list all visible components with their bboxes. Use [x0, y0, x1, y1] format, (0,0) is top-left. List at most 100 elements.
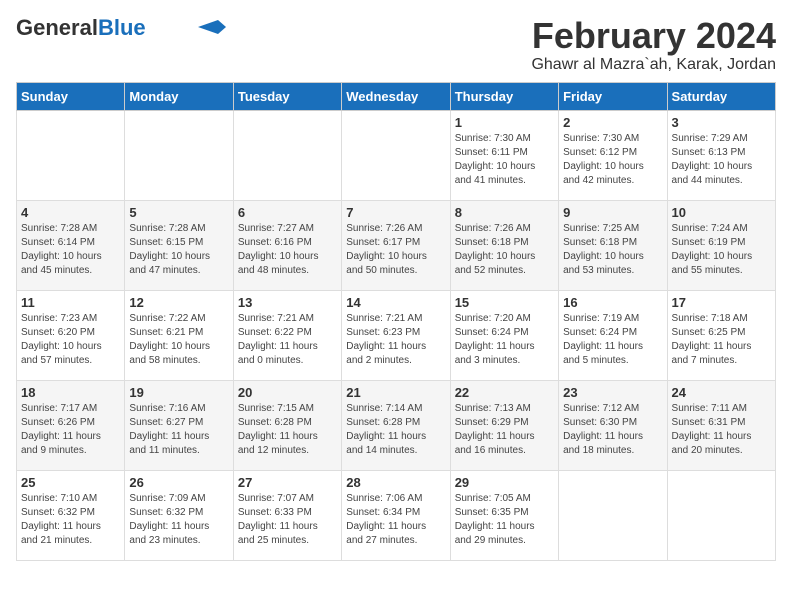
day-number: 23 — [563, 385, 662, 400]
calendar-cell: 26 Sunrise: 7:09 AM Sunset: 6:32 PM Dayli… — [125, 470, 233, 560]
calendar-cell: 1 Sunrise: 7:30 AM Sunset: 6:11 PM Daylig… — [450, 110, 558, 200]
day-number: 10 — [672, 205, 771, 220]
day-number: 21 — [346, 385, 445, 400]
day-number: 8 — [455, 205, 554, 220]
calendar-cell: 19 Sunrise: 7:16 AM Sunset: 6:27 PM Dayli… — [125, 380, 233, 470]
calendar-cell: 23 Sunrise: 7:12 AM Sunset: 6:30 PM Dayli… — [559, 380, 667, 470]
day-number: 24 — [672, 385, 771, 400]
calendar-cell: 20Sunrise: 7:15 AM Sunset: 6:28 PM Dayli… — [233, 380, 341, 470]
day-info: Sunrise: 7:07 AM Sunset: 6:33 PM Dayligh… — [238, 492, 337, 548]
calendar-cell: 11 Sunrise: 7:23 AM Sunset: 6:20 PM Dayli… — [17, 290, 125, 380]
calendar-cell — [342, 110, 450, 200]
calendar-cell: 5Sunrise: 7:28 AM Sunset: 6:15 PM Daylig… — [125, 200, 233, 290]
day-info: Sunrise: 7:18 AM Sunset: 6:25 PM Dayligh… — [672, 312, 771, 368]
calendar-cell: 2 Sunrise: 7:30 AM Sunset: 6:12 PM Daylig… — [559, 110, 667, 200]
calendar-cell — [125, 110, 233, 200]
day-info: Sunrise: 7:23 AM Sunset: 6:20 PM Dayligh… — [21, 312, 120, 368]
calendar-cell: 18 Sunrise: 7:17 AM Sunset: 6:26 PM Dayli… — [17, 380, 125, 470]
day-info: Sunrise: 7:29 AM Sunset: 6:13 PM Dayligh… — [672, 132, 771, 188]
day-number: 11 — [21, 295, 120, 310]
calendar-cell: 15 Sunrise: 7:20 AM Sunset: 6:24 PM Dayli… — [450, 290, 558, 380]
day-number: 19 — [129, 385, 228, 400]
day-info: Sunrise: 7:28 AM Sunset: 6:14 PM Dayligh… — [21, 222, 120, 278]
day-info: Sunrise: 7:13 AM Sunset: 6:29 PM Dayligh… — [455, 402, 554, 458]
day-info: Sunrise: 7:10 AM Sunset: 6:32 PM Dayligh… — [21, 492, 120, 548]
day-info: Sunrise: 7:26 AM Sunset: 6:17 PM Dayligh… — [346, 222, 445, 278]
calendar-cell: 7 Sunrise: 7:26 AM Sunset: 6:17 PM Daylig… — [342, 200, 450, 290]
calendar-cell: 9 Sunrise: 7:25 AM Sunset: 6:18 PM Daylig… — [559, 200, 667, 290]
day-info: Sunrise: 7:22 AM Sunset: 6:21 PM Dayligh… — [129, 312, 228, 368]
day-info: Sunrise: 7:30 AM Sunset: 6:11 PM Dayligh… — [455, 132, 554, 188]
day-info: Sunrise: 7:26 AM Sunset: 6:18 PM Dayligh… — [455, 222, 554, 278]
calendar-cell: 29 Sunrise: 7:05 AM Sunset: 6:35 PM Dayli… — [450, 470, 558, 560]
page-header: GeneralBlue February 2024 Ghawr al Mazra… — [16, 16, 776, 74]
day-number: 27 — [238, 475, 337, 490]
day-number: 7 — [346, 205, 445, 220]
day-number: 12 — [129, 295, 228, 310]
day-number: 5 — [129, 205, 228, 220]
logo-icon — [198, 20, 226, 34]
day-info: Sunrise: 7:09 AM Sunset: 6:32 PM Dayligh… — [129, 492, 228, 548]
day-info: Sunrise: 7:24 AM Sunset: 6:19 PM Dayligh… — [672, 222, 771, 278]
day-info: Sunrise: 7:06 AM Sunset: 6:34 PM Dayligh… — [346, 492, 445, 548]
day-info: Sunrise: 7:20 AM Sunset: 6:24 PM Dayligh… — [455, 312, 554, 368]
calendar-cell — [667, 470, 775, 560]
calendar-cell: 25 Sunrise: 7:10 AM Sunset: 6:32 PM Dayli… — [17, 470, 125, 560]
day-info: Sunrise: 7:27 AM Sunset: 6:16 PM Dayligh… — [238, 222, 337, 278]
weekday-header-sunday: Sunday — [17, 82, 125, 110]
calendar-cell: 28 Sunrise: 7:06 AM Sunset: 6:34 PM Dayli… — [342, 470, 450, 560]
weekday-header-monday: Monday — [125, 82, 233, 110]
calendar-cell: 6 Sunrise: 7:27 AM Sunset: 6:16 PM Daylig… — [233, 200, 341, 290]
day-number: 13 — [238, 295, 337, 310]
day-number: 28 — [346, 475, 445, 490]
day-number: 2 — [563, 115, 662, 130]
calendar-cell: 14 Sunrise: 7:21 AM Sunset: 6:23 PM Dayli… — [342, 290, 450, 380]
day-info: Sunrise: 7:25 AM Sunset: 6:18 PM Dayligh… — [563, 222, 662, 278]
calendar-cell — [17, 110, 125, 200]
day-info: Sunrise: 7:12 AM Sunset: 6:30 PM Dayligh… — [563, 402, 662, 458]
calendar-cell: 4 Sunrise: 7:28 AM Sunset: 6:14 PM Daylig… — [17, 200, 125, 290]
day-info: Sunrise: 7:16 AM Sunset: 6:27 PM Dayligh… — [129, 402, 228, 458]
calendar-cell: 21Sunrise: 7:14 AM Sunset: 6:28 PM Dayli… — [342, 380, 450, 470]
calendar-cell: 22 Sunrise: 7:13 AM Sunset: 6:29 PM Dayli… — [450, 380, 558, 470]
page-subtitle: Ghawr al Mazra`ah, Karak, Jordan — [531, 56, 776, 74]
weekday-header-saturday: Saturday — [667, 82, 775, 110]
day-info: Sunrise: 7:17 AM Sunset: 6:26 PM Dayligh… — [21, 402, 120, 458]
calendar-cell: 10 Sunrise: 7:24 AM Sunset: 6:19 PM Dayli… — [667, 200, 775, 290]
title-block: February 2024 Ghawr al Mazra`ah, Karak, … — [531, 16, 776, 74]
day-number: 26 — [129, 475, 228, 490]
logo: GeneralBlue — [16, 16, 226, 40]
day-number: 1 — [455, 115, 554, 130]
logo-text: GeneralBlue — [16, 16, 146, 40]
day-info: Sunrise: 7:21 AM Sunset: 6:23 PM Dayligh… — [346, 312, 445, 368]
day-number: 6 — [238, 205, 337, 220]
calendar-cell: 8 Sunrise: 7:26 AM Sunset: 6:18 PM Daylig… — [450, 200, 558, 290]
day-info: Sunrise: 7:30 AM Sunset: 6:12 PM Dayligh… — [563, 132, 662, 188]
page-title: February 2024 — [531, 16, 776, 56]
calendar-cell: 16Sunrise: 7:19 AM Sunset: 6:24 PM Dayli… — [559, 290, 667, 380]
calendar-cell: 17Sunrise: 7:18 AM Sunset: 6:25 PM Dayli… — [667, 290, 775, 380]
day-number: 4 — [21, 205, 120, 220]
calendar-cell — [233, 110, 341, 200]
day-number: 18 — [21, 385, 120, 400]
day-number: 9 — [563, 205, 662, 220]
calendar-cell: 13Sunrise: 7:21 AM Sunset: 6:22 PM Dayli… — [233, 290, 341, 380]
day-number: 14 — [346, 295, 445, 310]
calendar-cell: 24 Sunrise: 7:11 AM Sunset: 6:31 PM Dayli… — [667, 380, 775, 470]
day-number: 25 — [21, 475, 120, 490]
weekday-header-friday: Friday — [559, 82, 667, 110]
weekday-header-thursday: Thursday — [450, 82, 558, 110]
day-info: Sunrise: 7:05 AM Sunset: 6:35 PM Dayligh… — [455, 492, 554, 548]
calendar-cell: 3 Sunrise: 7:29 AM Sunset: 6:13 PM Daylig… — [667, 110, 775, 200]
day-info: Sunrise: 7:15 AM Sunset: 6:28 PM Dayligh… — [238, 402, 337, 458]
calendar-cell: 12 Sunrise: 7:22 AM Sunset: 6:21 PM Dayli… — [125, 290, 233, 380]
day-info: Sunrise: 7:19 AM Sunset: 6:24 PM Dayligh… — [563, 312, 662, 368]
calendar-cell: 27 Sunrise: 7:07 AM Sunset: 6:33 PM Dayli… — [233, 470, 341, 560]
day-number: 3 — [672, 115, 771, 130]
day-info: Sunrise: 7:11 AM Sunset: 6:31 PM Dayligh… — [672, 402, 771, 458]
day-number: 22 — [455, 385, 554, 400]
day-number: 29 — [455, 475, 554, 490]
calendar-table: SundayMondayTuesdayWednesdayThursdayFrid… — [16, 82, 776, 561]
day-number: 15 — [455, 295, 554, 310]
calendar-cell — [559, 470, 667, 560]
